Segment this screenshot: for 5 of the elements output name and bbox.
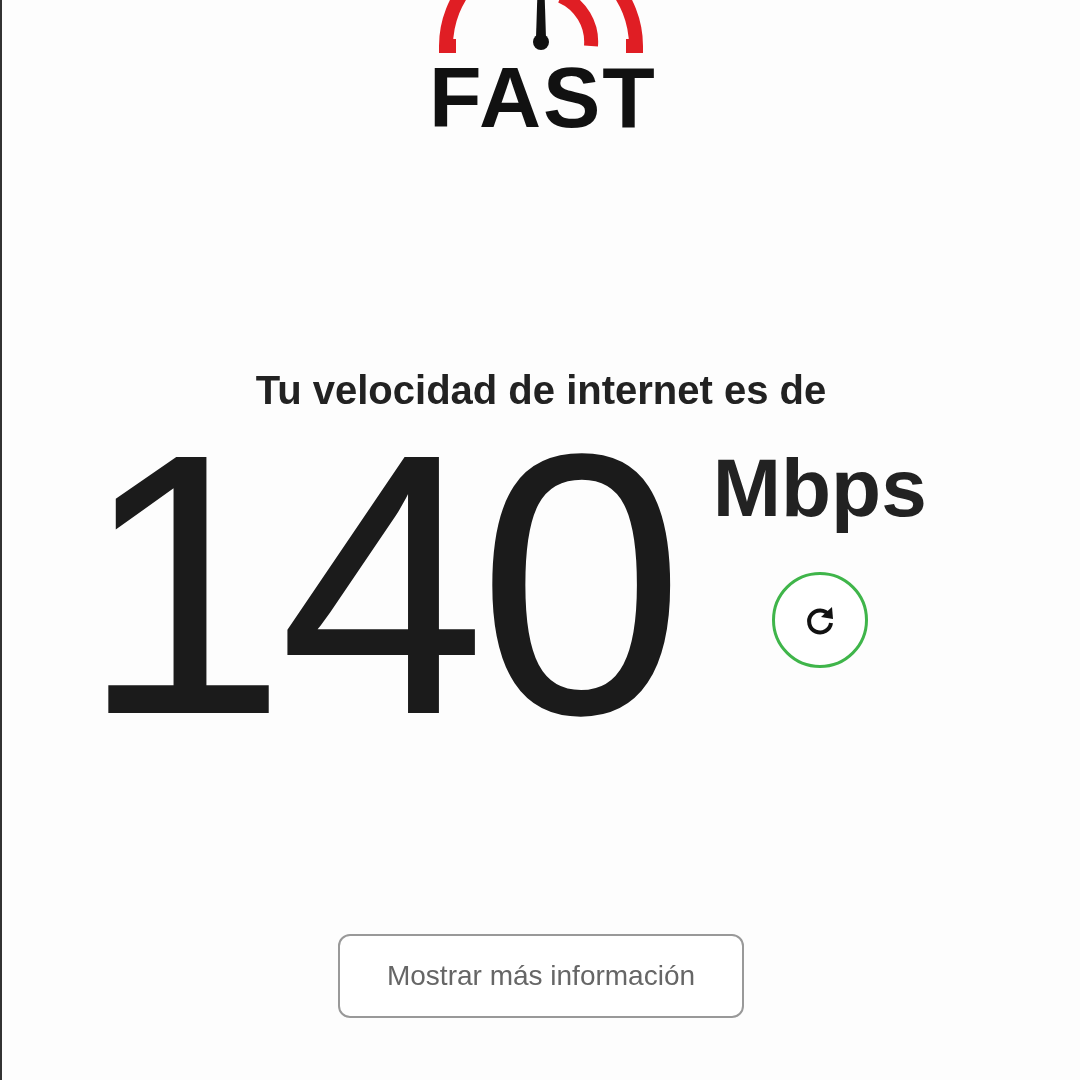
logo-text: FAST xyxy=(429,56,657,138)
speed-unit: Mbps xyxy=(712,441,927,535)
more-info-button[interactable]: Mostrar más información xyxy=(338,934,744,1018)
speed-value: 140 xyxy=(80,424,677,744)
speed-heading: Tu velocidad de internet es de xyxy=(255,367,827,414)
